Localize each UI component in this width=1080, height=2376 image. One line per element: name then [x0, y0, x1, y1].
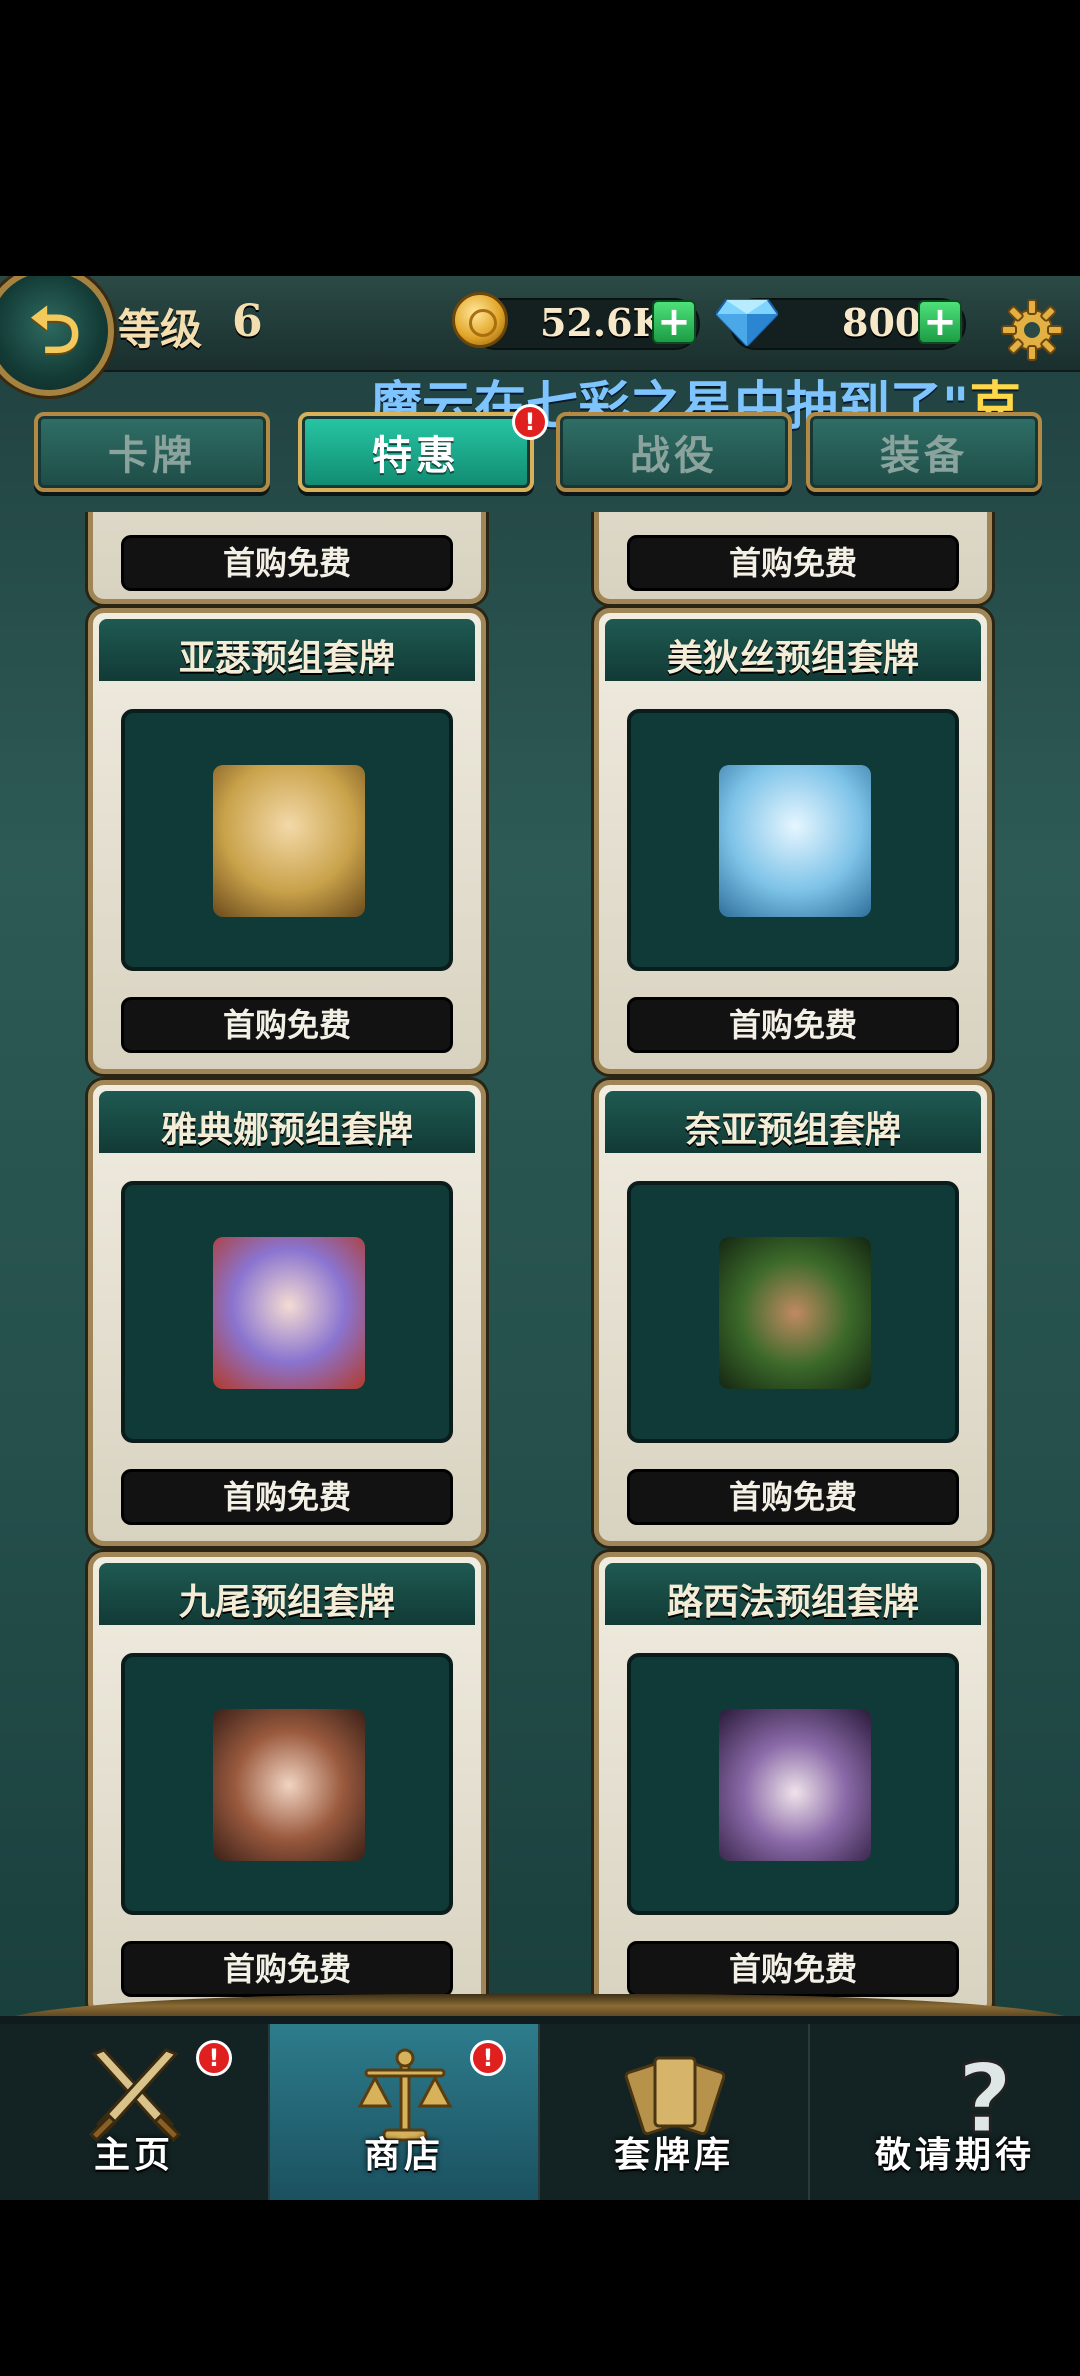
diamond-icon [716, 299, 778, 346]
free-first-purchase-button[interactable]: 首购免费 [121, 1941, 453, 1997]
offer-card-lucifer: 路西法预组套牌 首购免费 [594, 1552, 992, 2018]
tab-label: 卡牌 [108, 433, 196, 479]
card-portrait-frame [121, 709, 453, 971]
notification-badge: ! [512, 404, 548, 440]
add-gold-button[interactable]: + [652, 300, 696, 344]
nav-deck-library[interactable]: 套牌库 [540, 2024, 810, 2200]
free-first-purchase-button[interactable]: 首购免费 [627, 1469, 959, 1525]
card-header: 雅典娜预组套牌 [99, 1091, 475, 1153]
gem-amount: 800 [842, 300, 922, 345]
notification-badge: ! [196, 2040, 232, 2076]
card-title: 九尾预组套牌 [178, 1582, 395, 1623]
tab-equipment[interactable]: 装备 [806, 412, 1042, 492]
free-first-purchase-button[interactable]: 首购免费 [627, 1941, 959, 1997]
free-first-purchase-button[interactable]: 首购免费 [121, 535, 453, 591]
notification-badge: ! [470, 2040, 506, 2076]
offer-card-ninetails: 九尾预组套牌 首购免费 [88, 1552, 486, 2018]
offer-card-medusa: 美狄丝预组套牌 首购免费 [594, 608, 992, 1074]
tab-label: 特惠 [372, 433, 460, 479]
card-title: 雅典娜预组套牌 [160, 1110, 413, 1151]
character-portrait[interactable] [213, 765, 365, 917]
card-title: 美狄丝预组套牌 [666, 638, 919, 679]
nav-label: 套牌库 [613, 2135, 734, 2176]
system-area [0, 2200, 1080, 2376]
tab-campaign[interactable]: 战役 [556, 412, 792, 492]
back-arrow-icon: ⮌ [29, 294, 81, 368]
card-title: 路西法预组套牌 [666, 1582, 919, 1623]
character-portrait[interactable] [719, 1237, 871, 1389]
card-title: 亚瑟预组套牌 [178, 638, 395, 679]
game-screen: ⮌ 等级 6 52.6K + 800 + 魔云在七彩之星中抽到了"克 卡牌 特惠… [0, 276, 1080, 2200]
tab-specials[interactable]: 特惠 [298, 412, 534, 492]
offer-card-arthur: 亚瑟预组套牌 首购免费 [88, 608, 486, 1074]
back-button[interactable]: ⮌ [0, 276, 114, 396]
level-value: 6 [232, 296, 263, 347]
card-portrait-frame [121, 1653, 453, 1915]
card-portrait-frame [627, 1181, 959, 1443]
tab-label: 战役 [630, 433, 718, 479]
card-portrait-frame [121, 1181, 453, 1443]
character-portrait[interactable] [719, 1709, 871, 1861]
card-header: 奈亚预组套牌 [605, 1091, 981, 1153]
offer-card: 首购免费 [88, 512, 486, 604]
card-header: 九尾预组套牌 [99, 1563, 475, 1625]
character-portrait[interactable] [719, 765, 871, 917]
add-gems-button[interactable]: + [918, 300, 962, 344]
card-header: 美狄丝预组套牌 [605, 619, 981, 681]
tab-label: 装备 [880, 433, 968, 479]
character-portrait[interactable] [213, 1237, 365, 1389]
nav-coming-soon[interactable]: ? 敬请期待 [810, 2024, 1080, 2200]
settings-gear-icon[interactable] [1000, 298, 1064, 362]
card-title: 奈亚预组套牌 [684, 1110, 901, 1151]
card-portrait-frame [627, 1653, 959, 1915]
status-area [0, 0, 1080, 276]
free-first-purchase-button[interactable]: 首购免费 [121, 1469, 453, 1525]
free-first-purchase-button[interactable]: 首购免费 [627, 997, 959, 1053]
card-header: 亚瑟预组套牌 [99, 619, 475, 681]
level-label: 等级 [118, 305, 203, 354]
offer-card: 首购免费 [594, 512, 992, 604]
free-first-purchase-button[interactable]: 首购免费 [627, 535, 959, 591]
nav-label: 主页 [93, 2135, 174, 2176]
card-portrait-frame [627, 709, 959, 971]
offer-card-athena: 雅典娜预组套牌 首购免费 [88, 1080, 486, 1546]
character-portrait[interactable] [213, 1709, 365, 1861]
card-header: 路西法预组套牌 [605, 1563, 981, 1625]
offer-list[interactable]: 首购免费 首购免费 亚瑟预组套牌 首购免费 美狄丝预组套牌 首购免费 雅典娜预组… [0, 512, 1080, 2020]
gold-coin-icon [452, 292, 508, 348]
gold-amount: 52.6K [540, 300, 666, 345]
offer-card-nyarla: 奈亚预组套牌 首购免费 [594, 1080, 992, 1546]
nav-label: 敬请期待 [874, 2135, 1035, 2176]
tab-cards[interactable]: 卡牌 [34, 412, 270, 492]
nav-label: 商店 [363, 2135, 444, 2176]
free-first-purchase-button[interactable]: 首购免费 [121, 997, 453, 1053]
